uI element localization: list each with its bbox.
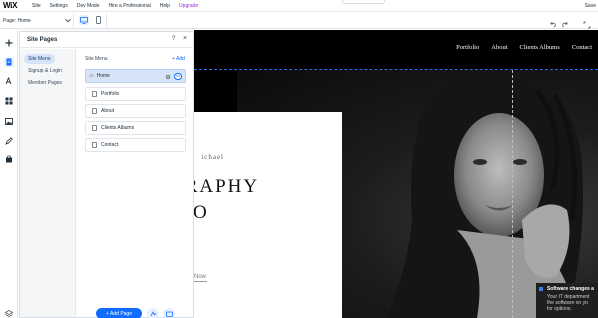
page-name: Portfolio	[101, 91, 120, 97]
menu-site[interactable]: Site	[32, 3, 41, 9]
more-options-icon[interactable]: •••	[174, 73, 182, 80]
zoom-icon[interactable]	[583, 16, 591, 29]
tab-signup-login[interactable]: Signup & Login	[24, 66, 66, 76]
menu-hire-professional[interactable]: Hire a Professional	[109, 3, 151, 9]
mobile-view-icon[interactable]	[93, 15, 103, 25]
title-card[interactable]	[194, 112, 342, 318]
page-icon	[92, 125, 97, 131]
page-row-portfolio[interactable]: Portfolio	[85, 87, 186, 101]
page-row-about[interactable]: About	[85, 104, 186, 118]
system-notification[interactable]: Software changes a Your IT department th…	[536, 283, 598, 318]
tab-member-pages[interactable]: Member Pages	[24, 78, 66, 88]
site-nav: Portfolio About Clients Albums Contact	[456, 44, 592, 51]
page-icon	[92, 108, 97, 114]
top-menu: Site Settings Dev Mode Hire a Profession…	[32, 3, 198, 9]
menu-upgrade[interactable]: Upgrade	[179, 3, 198, 9]
drag-handle-icon[interactable]: ⋮	[88, 74, 92, 79]
redo-icon[interactable]	[561, 16, 569, 28]
undo-icon[interactable]	[549, 16, 557, 28]
tab-site-menu[interactable]: Site Menu	[24, 54, 55, 64]
wix-logo[interactable]: WiX	[3, 1, 29, 10]
media-icon[interactable]	[4, 116, 14, 126]
editor-toolbar: Page: Home	[0, 12, 598, 29]
page-icon	[92, 142, 97, 148]
headline-line-2[interactable]: DIO	[194, 202, 209, 224]
save-button[interactable]: Save	[585, 3, 596, 9]
notification-title: Software changes a	[547, 286, 594, 292]
editor-canvas[interactable]: Portfolio About Clients Albums Contact i…	[194, 30, 598, 318]
design-icon[interactable]	[4, 76, 14, 86]
photographer-name[interactable]: ichael	[194, 153, 224, 161]
menu-settings[interactable]: Settings	[50, 3, 68, 9]
add-page-button[interactable]: + Add Page	[96, 308, 142, 318]
top-search-tab[interactable]	[342, 0, 385, 4]
page-selector[interactable]: Page: Home	[3, 16, 71, 25]
headline-line-1[interactable]: GRAPHY	[194, 176, 259, 198]
page-icon	[92, 91, 97, 97]
row-actions: •••	[165, 73, 182, 80]
nav-clients-albums[interactable]: Clients Albums	[520, 44, 560, 51]
page-row-home[interactable]: ⋮ ⌂ Home •••	[85, 69, 186, 83]
notification-app-icon	[539, 287, 543, 291]
page-row-contact[interactable]: Contact	[85, 138, 186, 152]
divider	[73, 14, 74, 27]
menu-dev-mode[interactable]: Dev Mode	[77, 3, 100, 9]
site-header[interactable]: Portfolio About Clients Albums Contact	[194, 30, 598, 68]
panel-title: Site Pages	[27, 37, 58, 43]
panel-header: Site Pages ? ×	[20, 32, 193, 48]
page-selector-label: Page: Home	[3, 18, 31, 24]
left-toolbar	[0, 30, 18, 318]
page-row-clients-albums[interactable]: Clients Albums	[85, 121, 186, 135]
store-icon[interactable]	[4, 154, 14, 164]
chevron-down-icon	[65, 16, 71, 23]
blog-icon[interactable]	[4, 136, 14, 146]
site-pages-panel: Site Pages ? × Site Menu Signup & Login …	[19, 31, 194, 318]
add-menu-item-link[interactable]: + Add	[172, 56, 185, 62]
page-name: Contact	[101, 142, 119, 148]
close-icon[interactable]: ×	[183, 35, 187, 42]
top-bar: WiX Site Settings Dev Mode Hire a Profes…	[0, 0, 598, 12]
add-link-icon[interactable]	[147, 308, 159, 318]
page-name: Clients Albums	[101, 125, 135, 131]
divider	[106, 14, 107, 27]
nav-about[interactable]: About	[491, 44, 507, 51]
add-folder-icon[interactable]	[163, 308, 175, 318]
layers-icon[interactable]	[4, 308, 14, 318]
page-name: Home	[96, 73, 110, 79]
settings-icon[interactable]	[165, 74, 171, 80]
nav-portfolio[interactable]: Portfolio	[456, 44, 479, 51]
help-icon[interactable]: ?	[172, 36, 175, 42]
cta-link[interactable]: Now	[194, 274, 207, 282]
vertical-guide-line	[512, 70, 513, 318]
menu-help[interactable]: Help	[160, 3, 170, 9]
nav-contact[interactable]: Contact	[572, 44, 592, 51]
site-menu-label: Site Menu	[85, 56, 108, 62]
pages-icon[interactable]	[4, 57, 14, 67]
page-name: About	[101, 108, 115, 114]
apps-icon[interactable]	[4, 96, 14, 106]
add-elements-icon[interactable]	[4, 38, 14, 48]
notification-body: Your IT department the software on yo fo…	[547, 294, 590, 312]
panel-tabs: Site Menu Signup & Login Member Pages	[20, 49, 76, 317]
desktop-view-icon[interactable]	[79, 15, 89, 25]
